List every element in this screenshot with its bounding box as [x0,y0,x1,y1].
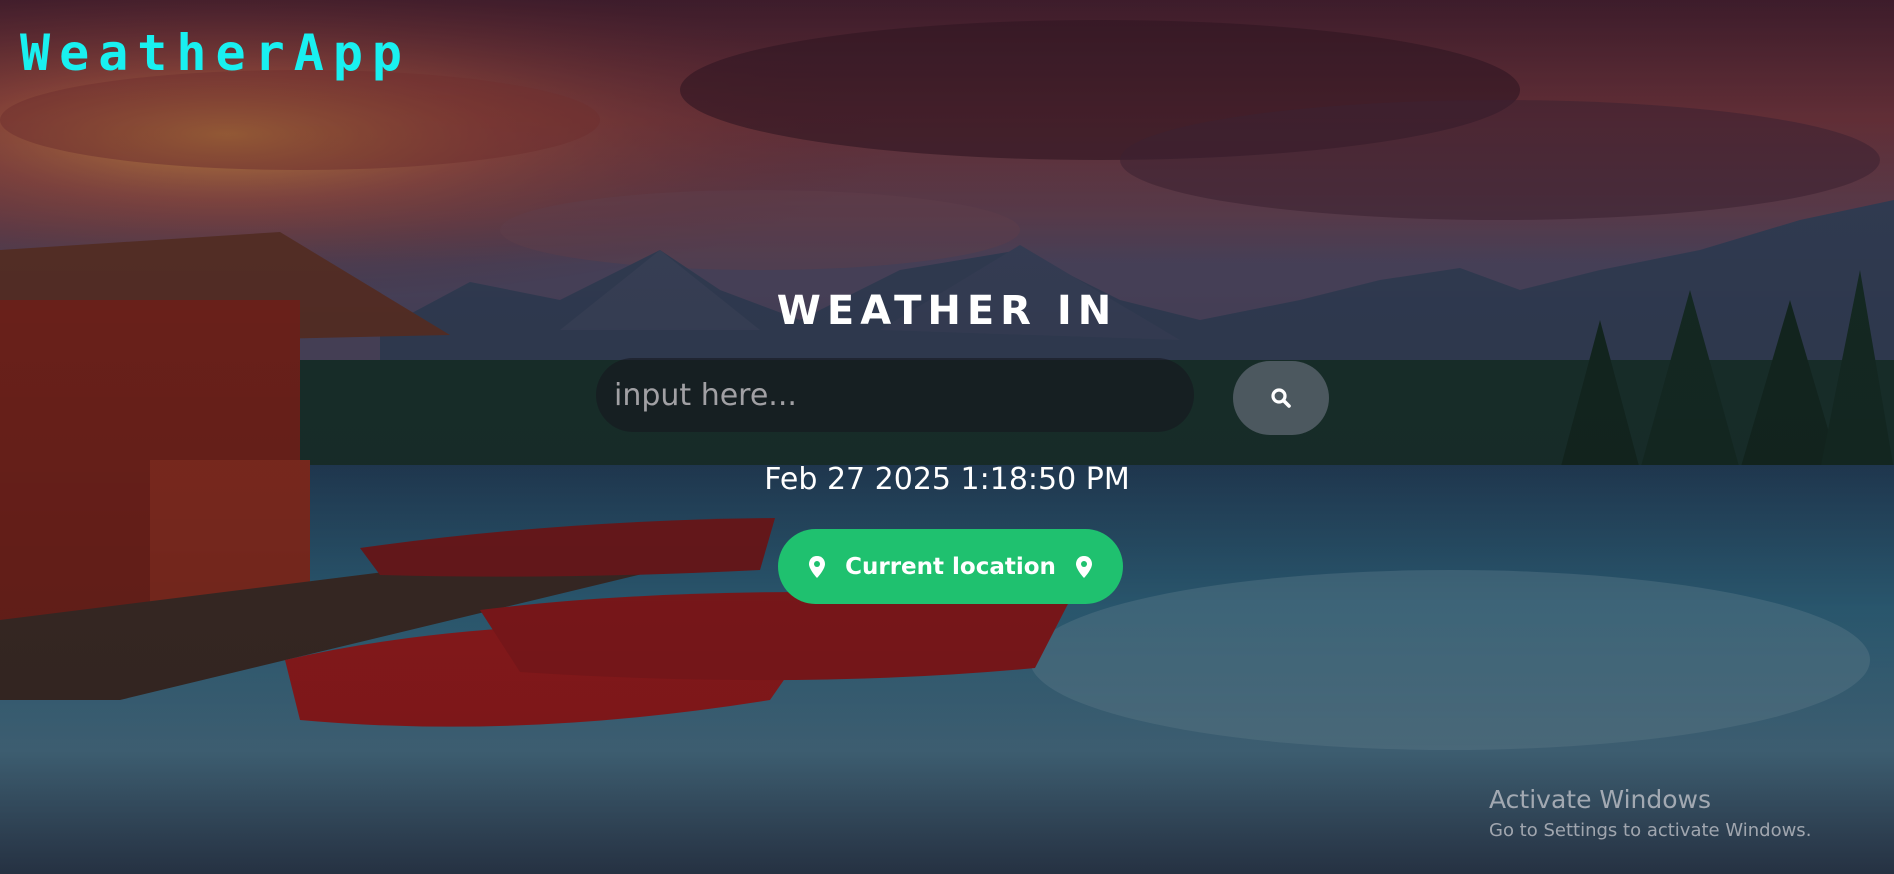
background-landscape-image [0,0,1894,874]
watermark-title: Activate Windows [1489,785,1711,814]
current-location-label: Current location [845,553,1056,580]
current-location-button[interactable]: Current location [778,529,1123,604]
map-pin-icon [1074,555,1094,579]
search-input[interactable] [596,358,1194,432]
activate-windows-watermark: Activate Windows Go to Settings to activ… [1489,785,1811,843]
search-heading: WEATHER IN [776,288,1118,334]
watermark-subtitle: Go to Settings to activate Windows. [1489,820,1812,841]
search-icon [1270,387,1292,409]
current-datetime: Feb 27 2025 1:18:50 PM [764,462,1130,497]
map-pin-icon [807,555,827,579]
app-title: WeatherApp [20,24,412,82]
search-button[interactable] [1233,361,1329,435]
